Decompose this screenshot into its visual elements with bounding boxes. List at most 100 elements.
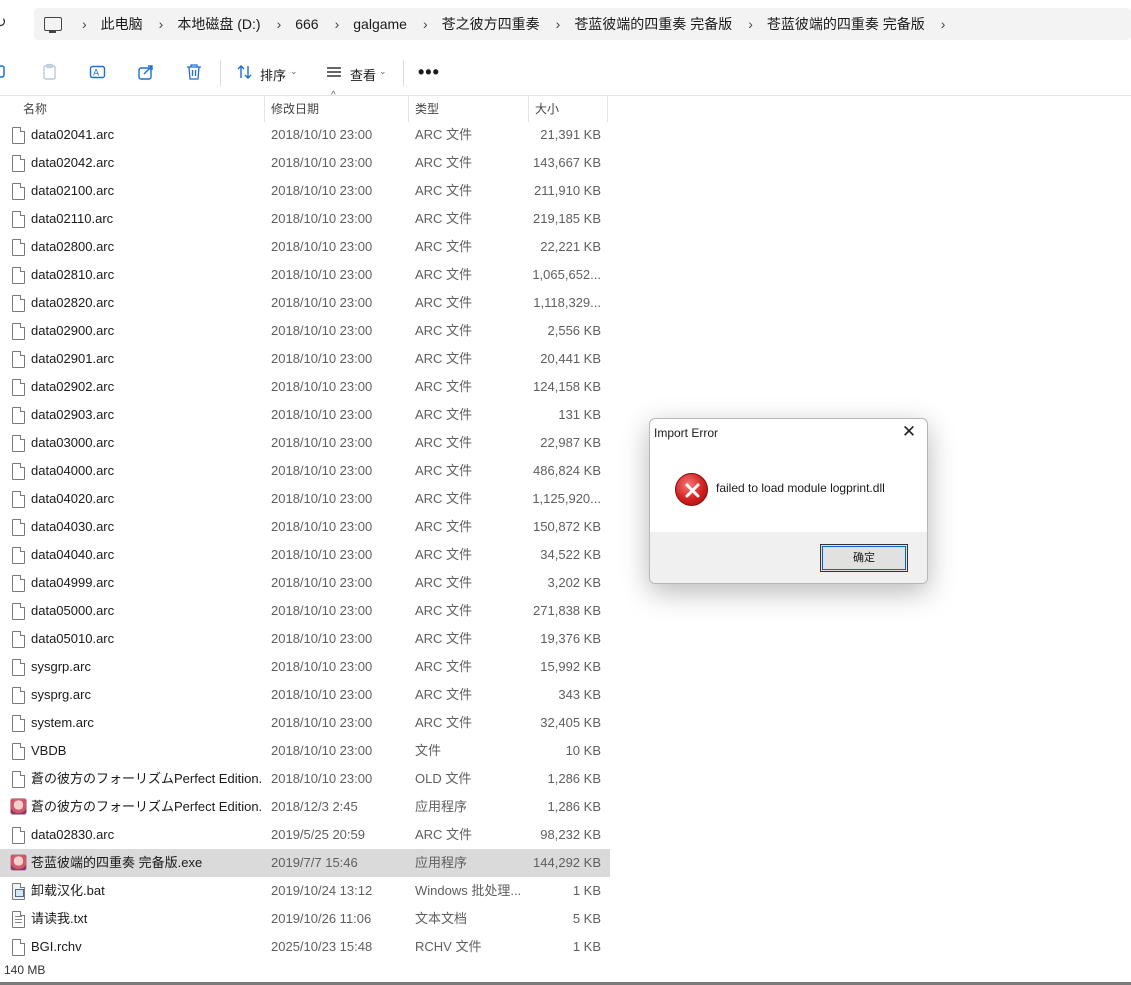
file-row[interactable]: data04000.arc 2018/10/10 23:00 ARC 文件 486,8… — [0, 457, 610, 485]
file-icon — [12, 183, 25, 200]
file-name: 蒼の彼方のフォーリズムPerfect Edition... — [31, 799, 263, 814]
file-row[interactable]: data02110.arc 2018/10/10 23:00 ARC 文件 219,1… — [0, 205, 610, 233]
file-row[interactable]: data05010.arc 2018/10/10 23:00 ARC 文件 19,37… — [0, 625, 610, 653]
application-icon — [10, 798, 27, 815]
file-size: 486,824 KB — [533, 463, 601, 478]
file-name: data02042.arc — [31, 155, 115, 170]
file-row[interactable]: data02830.arc 2019/5/25 20:59 ARC 文件 98,232… — [0, 821, 610, 849]
batch-file-icon — [12, 883, 25, 900]
file-row[interactable]: data02100.arc 2018/10/10 23:00 ARC 文件 211,9… — [0, 177, 610, 205]
file-row[interactable]: data04030.arc 2018/10/10 23:00 ARC 文件 150,8… — [0, 513, 610, 541]
column-divider[interactable] — [607, 96, 608, 122]
column-divider[interactable] — [408, 96, 409, 122]
file-row[interactable]: sysprg.arc 2018/10/10 23:00 ARC 文件 343 KB — [0, 681, 610, 709]
chevron-down-icon[interactable]: ⌄ — [379, 66, 387, 77]
close-icon[interactable]: ✕ — [899, 421, 919, 443]
file-size: 211,910 KB — [534, 183, 601, 198]
file-row[interactable]: data02903.arc 2018/10/10 23:00 ARC 文件 131 K… — [0, 401, 610, 429]
file-row[interactable]: BGI.rchv 2025/10/23 15:48 RCHV 文件 1 KB — [0, 933, 610, 961]
file-row[interactable]: data03000.arc 2018/10/10 23:00 ARC 文件 22,98… — [0, 429, 610, 457]
file-row[interactable]: 卸载汉化.bat 2019/10/24 13:12 Windows 批处理... 1 … — [0, 877, 610, 905]
file-row[interactable]: system.arc 2018/10/10 23:00 ARC 文件 32,405 K… — [0, 709, 610, 737]
file-row-selected[interactable]: 苍蓝彼端的四重奏 完备版.exe 2019/7/7 15:46 应用程序 144,29… — [0, 849, 610, 877]
file-size: 19,376 KB — [540, 631, 601, 646]
new-item-icon[interactable] — [0, 63, 10, 81]
rename-icon[interactable]: A — [89, 63, 107, 81]
file-row[interactable]: data05000.arc 2018/10/10 23:00 ARC 文件 271,8… — [0, 597, 610, 625]
breadcrumb-current-folder[interactable]: 苍蓝彼端的四重奏 完备版 — [767, 14, 925, 34]
file-row[interactable]: VBDB 2018/10/10 23:00 文件 10 KB — [0, 737, 610, 765]
file-icon — [12, 575, 25, 592]
more-options-button[interactable]: ••• — [418, 62, 440, 83]
dialog-footer: 确定 — [650, 532, 927, 583]
breadcrumb[interactable]: › 此电脑 › 本地磁盘 (D:) › 666 › galgame › 苍之彼方… — [34, 8, 1131, 40]
share-icon[interactable] — [137, 63, 155, 81]
breadcrumb-666[interactable]: 666 — [295, 16, 318, 32]
toolbar-divider — [403, 60, 404, 86]
chevron-right-icon[interactable]: › — [423, 16, 428, 32]
file-icon — [12, 407, 25, 424]
file-modified-date: 2018/10/10 23:00 — [271, 323, 373, 338]
file-type: ARC 文件 — [415, 323, 473, 338]
file-modified-date: 2018/10/10 23:00 — [271, 687, 373, 702]
chevron-right-icon[interactable]: › — [277, 16, 282, 32]
file-row[interactable]: data04040.arc 2018/10/10 23:00 ARC 文件 34,52… — [0, 541, 610, 569]
file-modified-date: 2018/10/10 23:00 — [271, 351, 373, 366]
file-icon — [12, 435, 25, 452]
file-row[interactable]: data02901.arc 2018/10/10 23:00 ARC 文件 20,44… — [0, 345, 610, 373]
file-icon — [12, 603, 25, 620]
file-modified-date: 2018/10/10 23:00 — [271, 407, 373, 422]
ok-button[interactable]: 确定 — [820, 544, 908, 572]
view-button[interactable]: 查看 — [350, 65, 376, 84]
file-icon — [12, 351, 25, 368]
column-divider[interactable] — [528, 96, 529, 122]
address-bar: ↻ › 此电脑 › 本地磁盘 (D:) › 666 › galgame › 苍之… — [0, 0, 1131, 48]
paste-icon[interactable] — [41, 63, 59, 81]
file-row[interactable]: data02041.arc 2018/10/10 23:00 ARC 文件 21,39… — [0, 121, 610, 149]
file-row[interactable]: sysgrp.arc 2018/10/10 23:00 ARC 文件 15,992 K… — [0, 653, 610, 681]
file-row[interactable]: data02902.arc 2018/10/10 23:00 ARC 文件 124,1… — [0, 373, 610, 401]
file-name: 请读我.txt — [31, 911, 88, 926]
chevron-right-icon[interactable]: › — [748, 16, 753, 32]
breadcrumb-galgame[interactable]: galgame — [353, 16, 407, 32]
file-row[interactable]: data04020.arc 2018/10/10 23:00 ARC 文件 1,125… — [0, 485, 610, 513]
breadcrumb-drive-d[interactable]: 本地磁盘 (D:) — [177, 14, 260, 34]
file-row[interactable]: data02042.arc 2018/10/10 23:00 ARC 文件 143,6… — [0, 149, 610, 177]
this-pc-icon[interactable] — [44, 17, 62, 33]
sort-icon[interactable] — [236, 63, 254, 81]
chevron-right-icon[interactable]: › — [159, 16, 164, 32]
file-row[interactable]: 蒼の彼方のフォーリズムPerfect Edition... 2018/10/10 … — [0, 765, 610, 793]
file-row[interactable]: data02810.arc 2018/10/10 23:00 ARC 文件 1,065… — [0, 261, 610, 289]
file-type: ARC 文件 — [415, 519, 473, 534]
file-row[interactable]: 请读我.txt 2019/10/26 11:06 文本文档 5 KB — [0, 905, 610, 933]
breadcrumb-game-folder[interactable]: 苍之彼方四重奏 — [442, 14, 540, 34]
chevron-right-icon[interactable]: › — [335, 16, 340, 32]
file-row[interactable]: data04999.arc 2018/10/10 23:00 ARC 文件 3,202… — [0, 569, 610, 597]
breadcrumb-complete-edition[interactable]: 苍蓝彼端的四重奏 完备版 — [574, 14, 732, 34]
breadcrumb-this-pc[interactable]: 此电脑 — [101, 14, 143, 34]
refresh-icon[interactable]: ↻ — [0, 13, 12, 35]
file-size: 10 KB — [565, 743, 601, 758]
chevron-right-icon[interactable]: › — [82, 16, 87, 32]
chevron-right-icon[interactable]: › — [941, 16, 946, 32]
column-header-name[interactable]: 名称 — [23, 96, 47, 122]
file-row[interactable]: data02900.arc 2018/10/10 23:00 ARC 文件 2,556… — [0, 317, 610, 345]
view-icon[interactable] — [325, 63, 343, 81]
file-row[interactable]: data02800.arc 2018/10/10 23:00 ARC 文件 22,22… — [0, 233, 610, 261]
column-header-date[interactable]: 修改日期 — [271, 96, 319, 122]
sort-button[interactable]: 排序 — [260, 65, 286, 84]
column-divider[interactable] — [264, 96, 265, 122]
column-header-size[interactable]: 大小 — [535, 96, 559, 122]
chevron-down-icon[interactable]: ⌄ — [290, 66, 298, 77]
file-name: VBDB — [31, 743, 67, 758]
file-type: ARC 文件 — [415, 379, 473, 394]
file-row[interactable]: 蒼の彼方のフォーリズムPerfect Edition... 2018/12/3 2… — [0, 793, 610, 821]
file-row[interactable]: data02820.arc 2018/10/10 23:00 ARC 文件 1,118… — [0, 289, 610, 317]
file-size: 1,065,652... — [532, 267, 601, 282]
chevron-right-icon[interactable]: › — [556, 16, 561, 32]
file-icon — [12, 239, 25, 256]
column-header-type[interactable]: 类型 — [415, 96, 439, 122]
delete-icon[interactable] — [185, 63, 203, 81]
file-icon — [12, 659, 25, 676]
file-modified-date: 2018/12/3 2:45 — [271, 799, 358, 814]
